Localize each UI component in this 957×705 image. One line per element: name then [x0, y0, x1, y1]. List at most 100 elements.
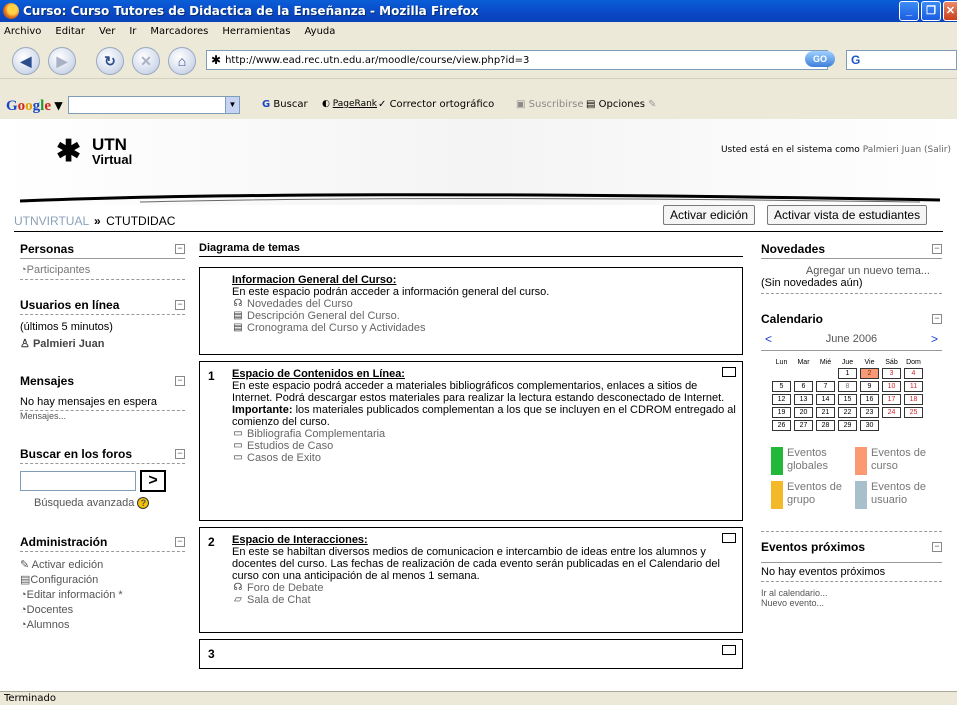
- online-user[interactable]: ♙ Palmieri Juan: [20, 337, 185, 350]
- stop-button[interactable]: ✕: [132, 47, 160, 75]
- utn-virtual-logo[interactable]: ✱ UTN Virtual: [56, 133, 132, 171]
- resource-sala-chat[interactable]: ▱ Sala de Chat: [232, 594, 736, 606]
- google-search-input[interactable]: ▼: [68, 96, 240, 114]
- calendar-next-button[interactable]: >: [931, 332, 938, 346]
- admin-activar-edicion[interactable]: ✎ Activar edición: [20, 558, 185, 573]
- breadcrumb-home[interactable]: UTNVIRTUAL: [14, 214, 89, 228]
- help-icon[interactable]: ?: [137, 497, 150, 509]
- collapse-icon[interactable]: −: [932, 314, 942, 324]
- collapse-icon[interactable]: −: [175, 244, 185, 254]
- pagerank-indicator[interactable]: ◐ PageRank: [322, 99, 377, 109]
- mensajes-link[interactable]: Mensajes...: [20, 411, 185, 421]
- collapse-icon[interactable]: −: [175, 537, 185, 547]
- back-button[interactable]: ◀: [12, 47, 40, 75]
- calendar-day[interactable]: 3: [882, 368, 901, 379]
- google-buscar-button[interactable]: G Buscar: [262, 99, 308, 110]
- collapse-icon[interactable]: −: [175, 300, 185, 310]
- home-button[interactable]: ⌂: [168, 47, 196, 75]
- minimize-button[interactable]: _: [899, 1, 919, 21]
- section-focus-checkbox[interactable]: [722, 367, 736, 377]
- calendar-day[interactable]: 2: [860, 368, 879, 379]
- calendar-day[interactable]: 10: [882, 381, 901, 392]
- calendar-day[interactable]: 1: [838, 368, 857, 379]
- calendar-day[interactable]: 22: [838, 407, 857, 418]
- admin-configuracion[interactable]: ▤Configuración: [20, 573, 185, 588]
- chevron-down-icon[interactable]: ▼: [225, 97, 239, 113]
- calendar-day[interactable]: 18: [904, 394, 923, 405]
- calendar-day[interactable]: 8: [838, 381, 857, 392]
- calendar-day[interactable]: 23: [860, 407, 879, 418]
- calendar-day[interactable]: 27: [794, 420, 813, 431]
- calendar-day[interactable]: 17: [882, 394, 901, 405]
- admin-alumnos[interactable]: ◔Alumnos: [20, 618, 185, 633]
- calendar-day[interactable]: 25: [904, 407, 923, 418]
- forward-button[interactable]: ▶: [48, 47, 76, 75]
- menu-editar[interactable]: Editar: [55, 26, 85, 37]
- calendar-day[interactable]: 24: [882, 407, 901, 418]
- resource-estudios-caso[interactable]: ▭ Estudios de Caso: [232, 440, 736, 452]
- legend-group[interactable]: Eventos de grupo: [771, 481, 855, 509]
- calendar-day[interactable]: 26: [772, 420, 791, 431]
- legend-course[interactable]: Eventos de curso: [855, 447, 939, 475]
- suscribirse-button[interactable]: ▣ Suscribirse: [516, 99, 584, 110]
- calendar-day[interactable]: 30: [860, 420, 879, 431]
- section-focus-checkbox[interactable]: [722, 645, 736, 655]
- forum-search-input[interactable]: [20, 471, 136, 491]
- calendar-day[interactable]: 7: [816, 381, 835, 392]
- menu-herramientas[interactable]: Herramientas: [222, 26, 290, 37]
- go-button[interactable]: GO: [805, 51, 835, 67]
- url-bar[interactable]: ✱ http://www.ead.rec.utn.edu.ar/moodle/c…: [206, 50, 828, 70]
- vista-estudiantes-button[interactable]: Activar vista de estudiantes: [767, 205, 928, 225]
- admin-editar-informacion[interactable]: ◔Editar información *: [20, 588, 185, 603]
- calendar-day[interactable]: 4: [904, 368, 923, 379]
- corrector-button[interactable]: ✓ Corrector ortográfico: [378, 99, 494, 110]
- resource-cronograma[interactable]: ▤ Cronograma del Curso y Actividades: [232, 322, 736, 334]
- add-topic-link[interactable]: Agregar un nuevo tema...: [761, 265, 942, 277]
- calendar-day[interactable]: 9: [860, 381, 879, 392]
- resource-descripcion[interactable]: ▤ Descripción General del Curso.: [232, 310, 736, 322]
- calendar-day[interactable]: 6: [794, 381, 813, 392]
- collapse-icon[interactable]: −: [932, 542, 942, 552]
- calendar-day[interactable]: 5: [772, 381, 791, 392]
- calendar-day[interactable]: 28: [816, 420, 835, 431]
- calendar-day[interactable]: 15: [838, 394, 857, 405]
- calendar-prev-button[interactable]: <: [765, 332, 772, 346]
- calendar-day[interactable]: 16: [860, 394, 879, 405]
- calendar-day[interactable]: 12: [772, 394, 791, 405]
- reload-button[interactable]: ↻: [96, 47, 124, 75]
- calendar-day[interactable]: 14: [816, 394, 835, 405]
- resource-bibliografia[interactable]: ▭ Bibliografia Complementaria: [232, 428, 736, 440]
- resource-casos-exito[interactable]: ▭ Casos de Exito: [232, 452, 736, 464]
- menu-archivo[interactable]: Archivo: [4, 26, 41, 37]
- participantes-link[interactable]: ◔Participantes: [20, 264, 90, 276]
- logout-link[interactable]: (Salir): [924, 145, 951, 155]
- resource-novedades[interactable]: ☊ Novedades del Curso: [232, 298, 736, 310]
- admin-docentes[interactable]: ◔Docentes: [20, 603, 185, 618]
- calendar-day[interactable]: 21: [816, 407, 835, 418]
- collapse-icon[interactable]: −: [175, 449, 185, 459]
- login-name-link[interactable]: Palmieri Juan: [863, 145, 921, 155]
- calendar-day[interactable]: 11: [904, 381, 923, 392]
- menu-marcadores[interactable]: Marcadores: [150, 26, 208, 37]
- collapse-icon[interactable]: −: [932, 244, 942, 254]
- maximize-button[interactable]: ❐: [921, 1, 941, 21]
- menu-ver[interactable]: Ver: [99, 26, 115, 37]
- opciones-button[interactable]: ▤ Opciones ✎: [586, 99, 657, 110]
- calendar-day[interactable]: 20: [794, 407, 813, 418]
- legend-user[interactable]: Eventos de usuario: [855, 481, 939, 509]
- search-box[interactable]: G: [846, 50, 957, 70]
- busqueda-avanzada-link[interactable]: Búsqueda avanzada ?: [20, 497, 185, 509]
- collapse-icon[interactable]: −: [175, 376, 185, 386]
- close-button[interactable]: ✕: [943, 1, 957, 21]
- resource-foro-debate[interactable]: ☊ Foro de Debate: [232, 582, 736, 594]
- legend-global[interactable]: Eventos globales: [771, 447, 855, 475]
- ir-calendario-link[interactable]: Ir al calendario...: [761, 588, 942, 598]
- menu-ayuda[interactable]: Ayuda: [305, 26, 336, 37]
- calendar-day[interactable]: 29: [838, 420, 857, 431]
- nuevo-evento-link[interactable]: Nuevo evento...: [761, 598, 942, 608]
- calendar-day[interactable]: 13: [794, 394, 813, 405]
- activar-edicion-button[interactable]: Activar edición: [663, 205, 756, 225]
- section-focus-checkbox[interactable]: [722, 533, 736, 543]
- menu-ir[interactable]: Ir: [129, 26, 136, 37]
- google-logo[interactable]: Google ▾: [6, 96, 62, 115]
